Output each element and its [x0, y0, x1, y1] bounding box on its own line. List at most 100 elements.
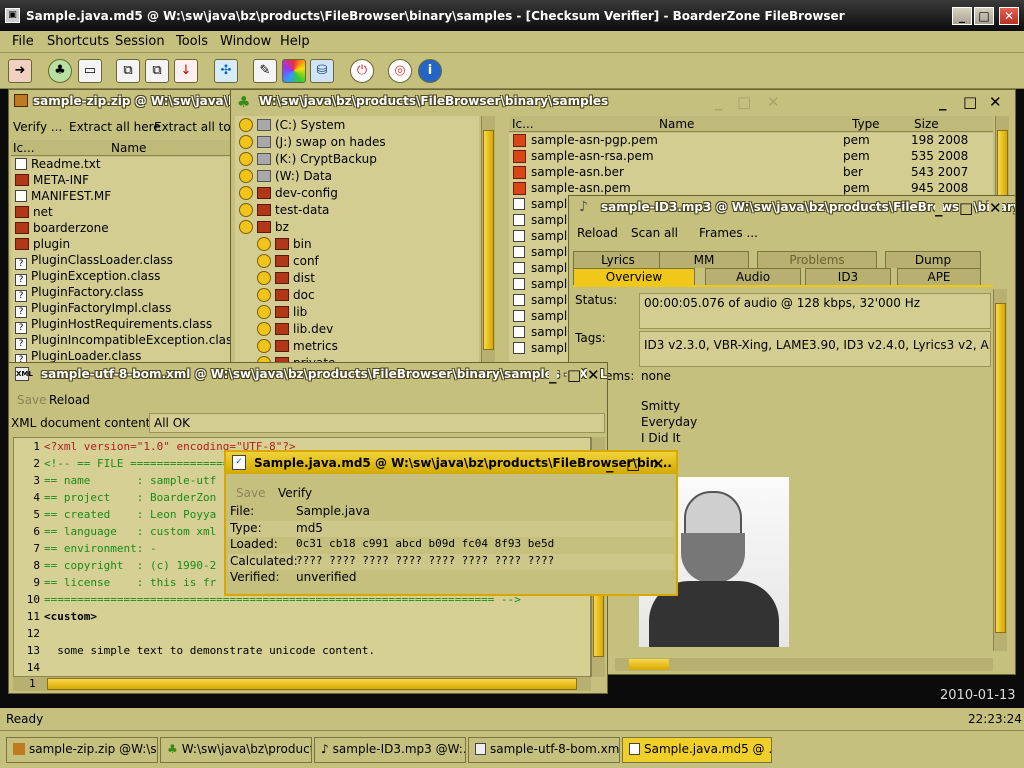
cascade-icon[interactable]: ⧉	[116, 59, 140, 83]
tree-item[interactable]: (K:) CryptBackup	[235, 152, 479, 168]
xml-reload-button[interactable]: Reload	[49, 393, 90, 407]
expand-icon[interactable]	[239, 135, 253, 149]
xml-close-button[interactable]: ✕	[587, 366, 600, 384]
expand-icon[interactable]	[257, 237, 271, 251]
tab-problems[interactable]: Problems	[757, 251, 877, 268]
browser-minimize-button-2[interactable]: _	[939, 93, 947, 111]
list-item[interactable]: plugin	[11, 237, 231, 253]
tree-item[interactable]: metrics	[235, 339, 479, 355]
xml-hscroll-thumb[interactable]	[47, 678, 577, 690]
task-browser[interactable]: ♣ W:\sw\java\bz\product...	[160, 737, 312, 763]
list-item[interactable]: Readme.txt	[11, 157, 231, 173]
tree-item[interactable]: dev-config	[235, 186, 479, 202]
xml-maximize-button[interactable]: □	[567, 366, 582, 384]
list-item[interactable]: MANIFEST.MF	[11, 189, 231, 205]
file-row[interactable]: sample-asn-rsa.pem pem 535 2008	[509, 149, 993, 165]
scan-all-button[interactable]: Scan all	[631, 226, 678, 240]
exit-icon[interactable]: ➜	[8, 59, 32, 83]
expand-icon[interactable]	[239, 203, 253, 217]
tab-overview[interactable]: Overview	[573, 268, 695, 285]
list-item[interactable]: boarderzone	[11, 221, 231, 237]
menu-shortcuts[interactable]: Shortcuts	[47, 34, 109, 49]
browser-frame-title-bar[interactable]: ♣ W:\sw\java\bz\products\FileBrowser\bin…	[231, 90, 1015, 112]
tree-scrollbar[interactable]	[481, 116, 495, 376]
tab-mm[interactable]: MM	[659, 251, 749, 268]
lifebuoy-icon[interactable]: ◎	[388, 59, 412, 83]
list-item[interactable]: net	[11, 205, 231, 221]
expand-icon[interactable]	[239, 186, 253, 200]
menu-file[interactable]: File	[12, 34, 34, 49]
task-id3[interactable]: ♪ sample-ID3.mp3 @W:...	[314, 737, 466, 763]
tab-lyrics[interactable]: Lyrics	[573, 251, 663, 268]
expand-icon[interactable]	[239, 152, 253, 166]
tab-dump[interactable]: Dump	[885, 251, 981, 268]
expand-icon[interactable]	[257, 254, 271, 268]
id3-maximize-button[interactable]: □	[959, 199, 974, 217]
tab-id3[interactable]: ID3	[805, 268, 891, 285]
list-item[interactable]: META-INF	[11, 173, 231, 189]
list-item[interactable]: ? PluginHostRequirements.class	[11, 317, 231, 334]
tree-item[interactable]: bz	[235, 220, 479, 236]
expand-icon[interactable]	[257, 288, 271, 302]
task-zip[interactable]: sample-zip.zip @W:\s...	[6, 737, 158, 763]
browser-minimize-button[interactable]: _	[715, 93, 723, 111]
tab-ape[interactable]: APE	[897, 268, 981, 285]
md5-close-button[interactable]: ✕	[652, 455, 665, 473]
id3-hscroll-thumb[interactable]	[629, 659, 669, 670]
xml-hscrollbar[interactable]: 1	[13, 677, 591, 691]
tree-item[interactable]: lib.dev	[235, 322, 479, 338]
browser-maximize-button-2[interactable]: □	[963, 93, 977, 111]
arrange-icon[interactable]: ↓	[174, 59, 198, 83]
window-icon[interactable]: ▭	[78, 59, 102, 83]
browser-maximize-button[interactable]: □	[737, 93, 751, 111]
file-row[interactable]: sample-asn.ber ber 543 2007	[509, 165, 993, 181]
tree-item[interactable]: doc	[235, 288, 479, 304]
tree-scroll-thumb[interactable]	[483, 130, 494, 350]
expand-icon[interactable]	[239, 220, 253, 234]
task-md5[interactable]: Sample.java.md5 @ ...	[622, 737, 772, 763]
list-item[interactable]: ? PluginIncompatibleException.class	[11, 333, 231, 350]
col-name-header[interactable]: Name	[111, 141, 146, 155]
minimize-button[interactable]: _	[952, 7, 972, 25]
tree-item[interactable]: dist	[235, 271, 479, 287]
expand-icon[interactable]	[257, 271, 271, 285]
md5-maximize-button[interactable]: □	[626, 455, 640, 473]
menu-window[interactable]: Window	[220, 34, 271, 49]
expand-icon[interactable]	[239, 118, 253, 132]
col-size-header[interactable]: Size	[914, 117, 939, 131]
file-row[interactable]: sample-asn-pgp.pem pem 198 2008	[509, 133, 993, 149]
menu-help[interactable]: Help	[280, 34, 310, 49]
edit-icon[interactable]: ✎	[253, 59, 277, 83]
xml-frame-title-bar[interactable]: XML sample-utf-8-bom.xml @ W:\sw\java\bz…	[9, 363, 607, 385]
md5-save-button[interactable]: Save	[236, 486, 265, 500]
col-name-header[interactable]: Name	[659, 117, 694, 131]
verify-button[interactable]: Verify ...	[13, 120, 62, 134]
network-icon[interactable]: ✣	[214, 59, 238, 83]
task-xml[interactable]: sample-utf-8-bom.xml...	[468, 737, 620, 763]
tree-item[interactable]: (C:) System	[235, 118, 479, 134]
menu-session[interactable]: Session	[115, 34, 165, 49]
drive-icon[interactable]: ⛁	[310, 59, 334, 83]
tree-item[interactable]: bin	[235, 237, 479, 253]
maximize-button[interactable]: □	[974, 7, 994, 25]
tree-icon[interactable]: ♣	[48, 59, 72, 83]
tree-item[interactable]: (W:) Data	[235, 169, 479, 185]
col-type-header[interactable]: Type	[852, 117, 880, 131]
expand-icon[interactable]	[257, 339, 271, 353]
list-item[interactable]: ? PluginFactory.class	[11, 285, 231, 302]
info-icon[interactable]: i	[418, 59, 442, 83]
tab-audio[interactable]: Audio	[705, 268, 801, 285]
tree-item[interactable]: test-data	[235, 203, 479, 219]
tree-item[interactable]: conf	[235, 254, 479, 270]
id3-scrollbar[interactable]	[993, 289, 1007, 651]
close-button[interactable]: ✕	[999, 7, 1019, 25]
md5-verify-button[interactable]: Verify	[278, 486, 312, 500]
id3-minimize-button[interactable]: _	[935, 199, 943, 217]
frames-button[interactable]: Frames ...	[699, 226, 758, 240]
tile-icon[interactable]: ⧉	[145, 59, 169, 83]
expand-icon[interactable]	[257, 322, 271, 336]
xml-minimize-button[interactable]: _	[549, 366, 557, 384]
power-icon[interactable]: ⏻	[350, 59, 374, 83]
id3-scroll-thumb[interactable]	[995, 303, 1006, 633]
expand-icon[interactable]	[239, 169, 253, 183]
